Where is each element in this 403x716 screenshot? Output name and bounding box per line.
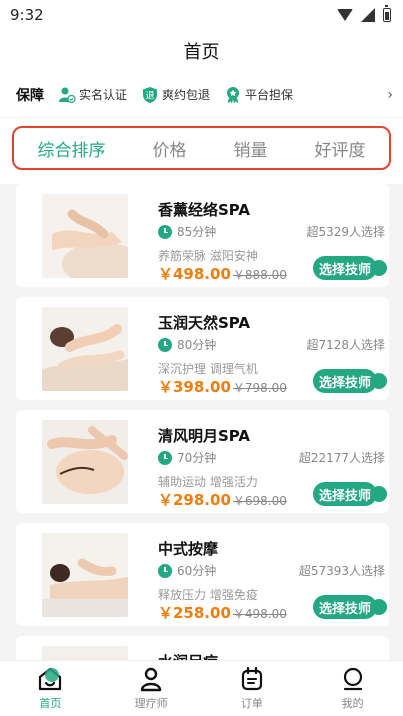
service-title: 玉润天然SPA [158,314,251,332]
select-therapist-button[interactable]: 选择技师 [312,595,388,619]
service-title: 香薰经络SPA [158,201,251,219]
clock-icon [158,563,172,578]
guarantee-label: 平台担保 [245,88,294,102]
sold-count: 超5329人选择 [306,225,385,239]
profile-icon [343,667,362,691]
chevron-right-icon[interactable]: › [387,87,393,103]
service-desc: 释放压力 增强免疫 [158,588,258,602]
service-image [42,646,128,660]
sort-tab-rating[interactable]: 好评度 [315,136,366,161]
service-card[interactable]: 水润足疗 [16,636,389,660]
verified-user-icon [59,87,76,103]
home-icon [39,667,62,691]
price: ￥398.00 ￥798.00 [158,376,287,397]
sold-count: 超7128人选择 [306,338,385,352]
tab-profile[interactable]: 我的 [318,666,388,711]
status-time: 9:32 [10,6,44,24]
service-desc: 深沉护理 调理气机 [158,362,258,376]
tab-label: 理疗师 [134,697,168,710]
status-bar: 9:32 [0,0,403,30]
guarantee-item-badge: 平台担保 [224,86,293,104]
price-current: ￥298.00 [158,491,231,509]
service-title: 中式按摩 [158,540,219,558]
guarantee-bar[interactable]: 保障 实名认证 退 爽约包退 平台担保 › [0,72,403,118]
bottom-tab-bar: 首页 理疗师 订单 我的 [0,660,403,716]
sort-tab-price[interactable]: 价格 [153,136,187,161]
price: ￥298.00 ￥698.00 [158,489,287,510]
clock-icon [158,224,172,239]
service-image [42,533,128,617]
select-therapist-button[interactable]: 选择技师 [312,369,388,393]
person-icon [140,667,162,692]
guarantee-label: 实名认证 [79,88,128,102]
service-card[interactable]: 香薰经络SPA 85分钟 超5329人选择 养筋荣脉 滋阳安神 ￥498.00 … [16,184,389,287]
svg-text:退: 退 [146,90,155,101]
guarantee-item-refund: 退 爽约包退 [141,86,210,104]
duration-text: 85分钟 [177,225,217,239]
service-list[interactable]: 香薰经络SPA 85分钟 超5329人选择 养筋荣脉 滋阳安神 ￥498.00 … [0,184,403,660]
clock-icon [158,337,172,352]
battery-icon [383,5,391,22]
service-desc: 辅助运动 增强活力 [158,475,258,489]
service-duration: 70分钟 [158,449,216,466]
price: ￥258.00 ￥498.00 [158,602,287,623]
signal-icon [361,8,375,22]
wifi-icon [337,9,353,21]
tab-label: 首页 [39,697,62,710]
refund-icon: 退 [143,86,158,103]
sort-tab-sales[interactable]: 销量 [234,136,268,161]
tab-home[interactable]: 首页 [15,666,85,711]
sold-count: 超22177人选择 [298,451,385,465]
service-duration: 60分钟 [158,562,216,579]
price-original: ￥888.00 [232,268,287,282]
service-image [42,307,128,391]
tab-label: 我的 [341,697,364,710]
service-desc: 养筋荣脉 滋阳安神 [158,249,258,263]
service-duration: 80分钟 [158,336,216,353]
clock-icon [158,450,172,465]
service-image [42,420,128,504]
service-title: 清风明月SPA [158,427,251,445]
duration-text: 80分钟 [177,338,217,352]
select-therapist-button[interactable]: 选择技师 [312,482,388,506]
guarantee-label: 爽约包退 [162,88,211,102]
sold-count: 超57393人选择 [298,564,385,578]
price-original: ￥798.00 [232,381,287,395]
price-original: ￥498.00 [232,607,287,621]
guarantee-title: 保障 [16,87,44,104]
service-card[interactable]: 中式按摩 60分钟 超57393人选择 释放压力 增强免疫 ￥258.00 ￥4… [16,523,389,626]
tab-therapist[interactable]: 理疗师 [116,666,186,711]
page-title: 首页 [183,42,220,63]
badge-icon [227,86,240,103]
sort-tab-comprehensive[interactable]: 综合排序 [38,136,106,161]
price-current: ￥498.00 [158,265,231,283]
guarantee-item-verified: 实名认证 [58,86,127,104]
service-card[interactable]: 清风明月SPA 70分钟 超22177人选择 辅助运动 增强活力 ￥298.00… [16,410,389,513]
service-duration: 85分钟 [158,223,216,240]
header: 首页 [0,30,403,72]
calendar-icon [241,666,262,691]
tab-label: 订单 [240,697,263,710]
service-image [42,194,128,278]
select-therapist-button[interactable]: 选择技师 [312,256,388,280]
price-original: ￥698.00 [232,494,287,508]
tab-orders[interactable]: 订单 [217,666,287,711]
price-current: ￥398.00 [158,378,231,396]
status-icons [337,5,391,22]
service-card[interactable]: 玉润天然SPA 80分钟 超7128人选择 深沉护理 调理气机 ￥398.00 … [16,297,389,400]
price: ￥498.00 ￥888.00 [158,263,287,284]
service-title: 水润足疗 [158,651,218,660]
duration-text: 60分钟 [177,564,217,578]
duration-text: 70分钟 [177,451,217,465]
sort-tabs: 综合排序 价格 销量 好评度 [12,126,391,170]
price-current: ￥258.00 [158,604,231,622]
